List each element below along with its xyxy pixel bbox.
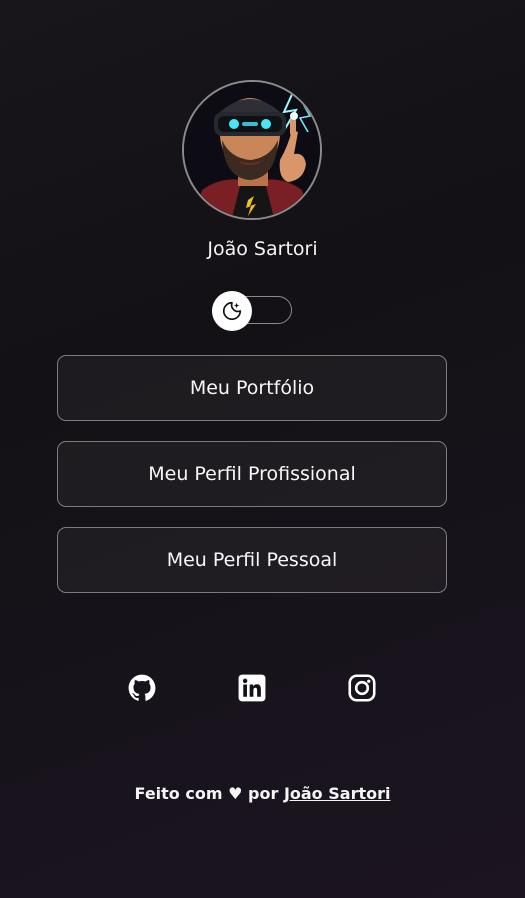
footer: Feito com ♥ por João Sartori: [0, 784, 525, 803]
linkedin-icon: [238, 674, 266, 702]
instagram-link[interactable]: [347, 673, 377, 703]
portfolio-button-label: Meu Portfólio: [189, 377, 315, 399]
professional-profile-button[interactable]: Meu Perfil Profissional: [57, 441, 447, 507]
portfolio-button[interactable]: Meu Portfólio: [57, 355, 447, 421]
heart-icon: ♥: [228, 784, 243, 803]
toggle-knob[interactable]: [212, 291, 252, 331]
github-link[interactable]: [127, 673, 157, 703]
professional-profile-button-label: Meu Perfil Profissional: [148, 463, 356, 485]
avatar: [182, 80, 322, 220]
personal-profile-button[interactable]: Meu Perfil Pessoal: [57, 527, 447, 593]
footer-prefix: Feito com: [134, 784, 223, 803]
moon-sparkle-icon: [222, 301, 242, 321]
profile-name: João Sartori: [207, 238, 318, 260]
avatar-illustration: [184, 82, 320, 218]
theme-toggle[interactable]: [212, 291, 292, 331]
linkedin-link[interactable]: [237, 673, 267, 703]
author-link[interactable]: João Sartori: [284, 784, 391, 803]
github-icon: [128, 674, 156, 701]
instagram-icon: [348, 674, 376, 702]
footer-middle: por: [248, 784, 279, 803]
personal-profile-button-label: Meu Perfil Pessoal: [166, 549, 338, 571]
